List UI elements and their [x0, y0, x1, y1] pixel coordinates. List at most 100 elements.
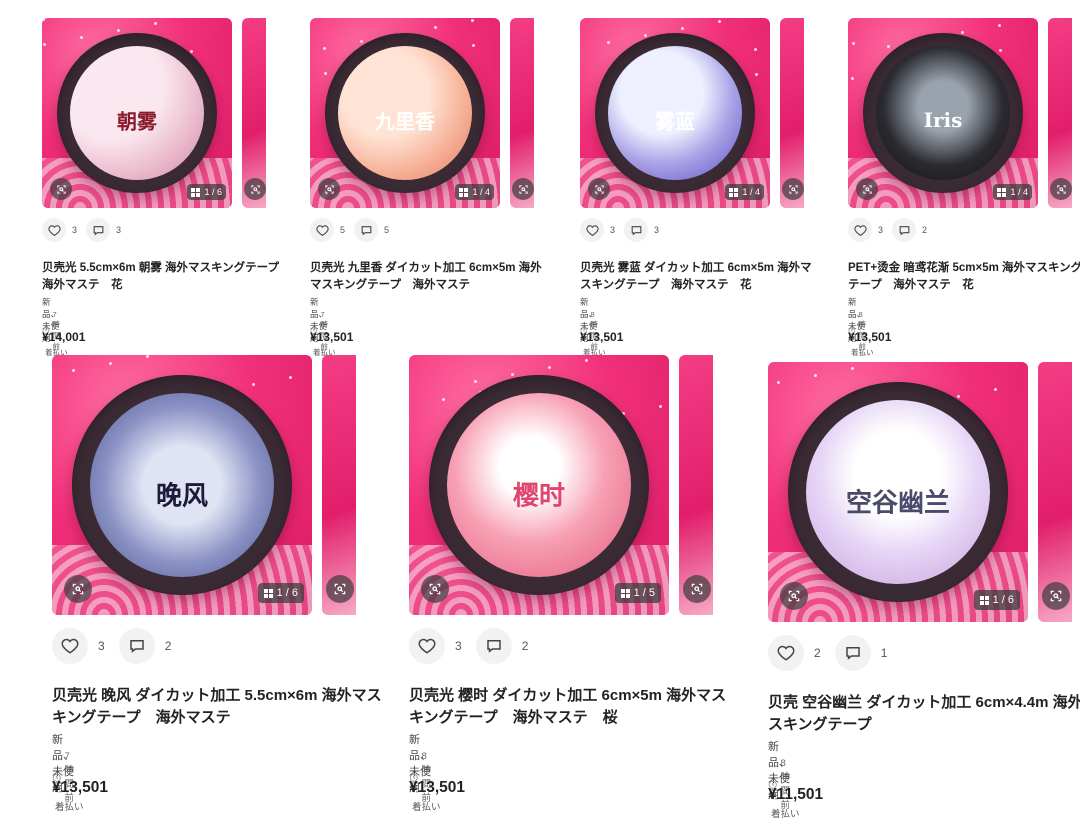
tape-design: 雾蓝	[608, 46, 742, 180]
scan-search-button[interactable]	[64, 575, 92, 603]
comment-count: 3	[654, 225, 660, 235]
scan-search-icon	[1049, 589, 1063, 603]
like-button[interactable]	[409, 628, 445, 664]
comment-button[interactable]	[86, 218, 111, 242]
product-photo[interactable]: 雾蓝 1 / 4	[580, 18, 770, 208]
product-photo[interactable]: 空谷幽兰 1 / 6	[768, 362, 1028, 622]
scan-search-icon	[1056, 184, 1067, 195]
heart-icon	[585, 224, 599, 237]
comment-count: 3	[116, 225, 122, 235]
scan-search-icon	[594, 184, 605, 195]
listing-title[interactable]: 贝壳光 雾蓝 ダイカット加工 6cm×5m 海外マスキングテープ 海外マステ 花	[580, 260, 820, 293]
scan-search-button[interactable]	[512, 178, 534, 200]
scan-search-button[interactable]	[588, 178, 610, 200]
scan-search-button[interactable]	[1042, 582, 1070, 610]
tape-label: 空谷幽兰	[845, 488, 951, 519]
comment-button[interactable]	[475, 628, 512, 664]
washi-tape-roll: 九里香	[325, 33, 485, 193]
price-value: ¥13,501	[848, 330, 892, 344]
like-count: 5	[340, 225, 346, 235]
like-button[interactable]	[42, 218, 66, 242]
scan-search-button[interactable]	[50, 178, 72, 200]
like-count: 2	[814, 646, 821, 660]
price: ¥11,501着払い	[768, 786, 823, 822]
listing-title[interactable]: 贝壳光 樱时 ダイカット加工 6cm×5m 海外マスキングテープ 海外マステ 桜	[409, 685, 739, 729]
listing-title[interactable]: 贝壳 空谷幽兰 ダイカット加工 6cm×4.4m 海外マスキングテープ	[768, 692, 1080, 736]
listing-actions: 3 3	[42, 218, 130, 242]
comment-button[interactable]	[892, 218, 917, 242]
like-count: 3	[610, 225, 616, 235]
image-count: 1 / 5	[633, 587, 655, 599]
product-photo[interactable]: Iris 1 / 4	[848, 18, 1038, 208]
listing-title[interactable]: 贝壳光 晚风 ダイカット加工 5.5cm×6m 海外マスキングテープ 海外マステ	[52, 685, 382, 729]
price: ¥13,501着払い	[310, 330, 353, 358]
listing-title[interactable]: PET+烫金 暗鸢花渐 5cm×5m 海外マスキングテープ 海外マステ 花	[848, 260, 1080, 293]
listing-title[interactable]: 贝壳光 九里香 ダイカット加工 6cm×5m 海外マスキングテープ 海外マステ	[310, 260, 550, 293]
scan-search-icon	[71, 582, 85, 596]
scan-search-button[interactable]	[856, 178, 878, 200]
image-count: 1 / 6	[204, 187, 222, 197]
like-button[interactable]	[580, 218, 604, 242]
like-button[interactable]	[848, 218, 872, 242]
scan-search-button[interactable]	[780, 582, 808, 610]
comment-icon	[630, 224, 643, 237]
next-photo-preview[interactable]	[679, 355, 713, 615]
scan-search-button[interactable]	[318, 178, 340, 200]
comment-button[interactable]	[624, 218, 649, 242]
shipping-note: 着払い	[55, 802, 84, 813]
tape-design: 朝雾	[70, 46, 204, 180]
product-photo[interactable]: 九里香 1 / 4	[310, 18, 500, 208]
tape-label: 雾蓝	[655, 109, 695, 134]
washi-tape-roll: Iris	[863, 33, 1023, 193]
next-photo-preview[interactable]	[242, 18, 266, 208]
scan-search-icon	[250, 184, 261, 195]
scan-search-icon	[787, 589, 801, 603]
scan-search-button[interactable]	[421, 575, 449, 603]
price: ¥14,001着払い	[42, 330, 85, 358]
next-photo-preview[interactable]	[510, 18, 534, 208]
price: ¥13,501着払い	[52, 779, 108, 815]
next-photo-preview[interactable]	[1038, 362, 1072, 622]
listing-actions: 3 3	[580, 218, 668, 242]
like-button[interactable]	[310, 218, 334, 242]
price: ¥13,501着払い	[848, 330, 891, 358]
scan-search-button[interactable]	[782, 178, 804, 200]
image-count-badge: 1 / 4	[455, 184, 494, 200]
scan-search-button[interactable]	[1050, 178, 1072, 200]
comment-icon	[485, 637, 503, 655]
comment-icon	[844, 644, 862, 662]
scan-search-button[interactable]	[683, 575, 711, 603]
washi-tape-roll: 晚风	[72, 375, 292, 595]
tape-label: 九里香	[375, 109, 435, 134]
comment-icon	[92, 224, 105, 237]
tape-design: Iris	[876, 46, 1010, 180]
tape-label: 朝雾	[117, 109, 157, 134]
washi-tape-roll: 樱时	[429, 375, 649, 595]
comment-button[interactable]	[118, 628, 155, 664]
price: ¥13,501着払い	[580, 330, 623, 358]
like-button[interactable]	[52, 628, 88, 664]
image-count: 1 / 4	[742, 187, 760, 197]
like-button[interactable]	[768, 635, 804, 671]
image-count: 1 / 6	[992, 594, 1014, 606]
washi-tape-roll: 空谷幽兰	[788, 382, 1008, 602]
scan-search-button[interactable]	[244, 178, 266, 200]
product-photo[interactable]: 朝雾 1 / 6	[42, 18, 232, 208]
comment-button[interactable]	[354, 218, 379, 242]
scan-search-button[interactable]	[326, 575, 354, 603]
next-photo-preview[interactable]	[1048, 18, 1072, 208]
product-photo[interactable]: 晚风 1 / 6	[52, 355, 312, 615]
comment-button[interactable]	[834, 635, 871, 671]
image-count-badge: 1 / 6	[257, 583, 304, 603]
scan-search-icon	[518, 184, 529, 195]
next-photo-preview[interactable]	[780, 18, 804, 208]
heart-icon	[853, 224, 867, 237]
next-photo-preview[interactable]	[322, 355, 356, 615]
image-count-badge: 1 / 6	[187, 184, 226, 200]
product-photo[interactable]: 樱时 1 / 5	[409, 355, 669, 615]
listing-title[interactable]: 贝壳光 5.5cm×6m 朝雾 海外マスキングテープ 海外マステ 花	[42, 260, 282, 293]
listing-actions: 3 2	[52, 628, 185, 664]
scan-search-icon	[862, 184, 873, 195]
comment-icon	[128, 637, 146, 655]
tape-design: 空谷幽兰	[806, 400, 990, 584]
